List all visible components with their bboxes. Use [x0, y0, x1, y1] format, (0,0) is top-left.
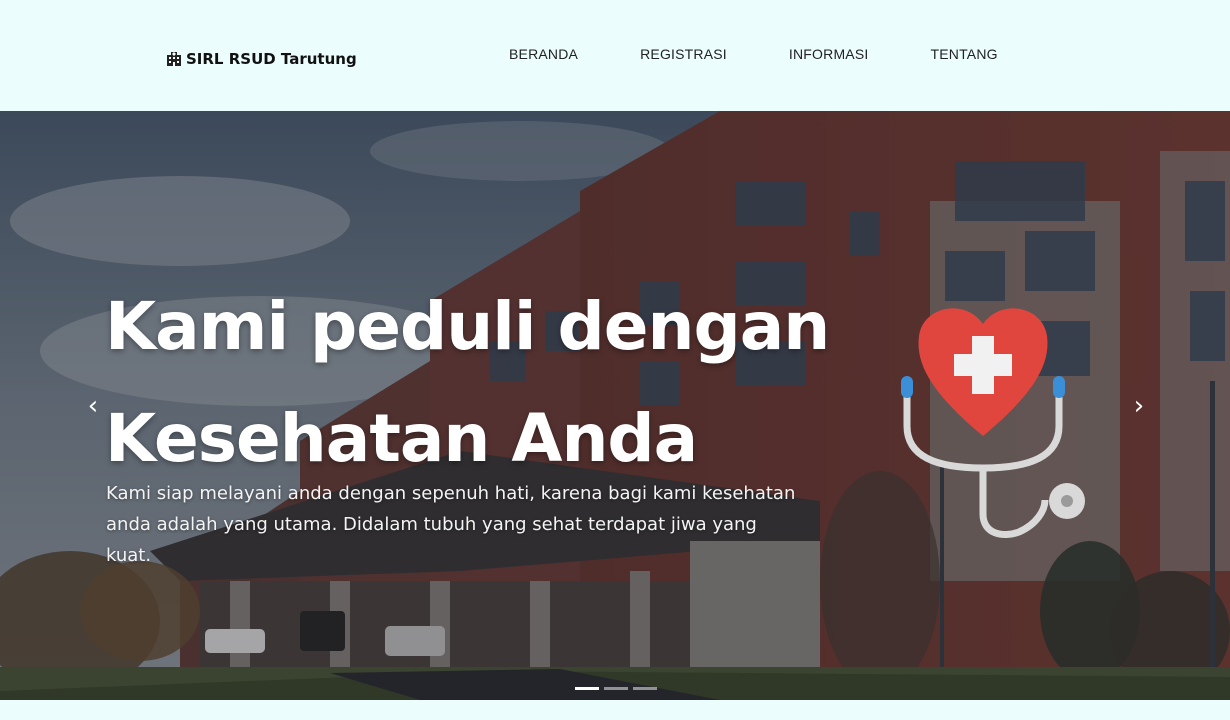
brand[interactable]: SIRL RSUD Tarutung [166, 50, 357, 68]
nav-link-beranda[interactable]: BERANDA [509, 46, 578, 62]
hospital-icon [167, 52, 181, 66]
heart-stethoscope-icon [901, 308, 1085, 539]
brand-name: SIRL RSUD Tarutung [186, 50, 357, 68]
chevron-left-icon: ‹ [87, 391, 99, 421]
carousel-indicator-3[interactable] [633, 687, 657, 690]
hero-headline-line-1: Kami peduli dengan [105, 288, 830, 365]
carousel-indicator-2[interactable] [604, 687, 628, 690]
carousel-prev-button[interactable]: ‹ [78, 391, 108, 421]
nav-link-tentang[interactable]: TENTANG [930, 46, 997, 62]
nav-link-registrasi[interactable]: REGISTRASI [640, 46, 727, 62]
carousel-next-button[interactable]: › [1124, 391, 1154, 421]
carousel-indicators [575, 687, 657, 690]
hero-carousel: Kami peduli dengan Kesehatan Anda Kami s… [0, 111, 1230, 700]
nav-link-informasi[interactable]: INFORMASI [789, 46, 869, 62]
carousel-indicator-1[interactable] [575, 687, 599, 690]
hero-subtext: Kami siap melayani anda dengan sepenuh h… [106, 483, 796, 566]
main-nav: BERANDA REGISTRASI INFORMASI TENTANG [509, 46, 1060, 62]
chevron-right-icon: › [1133, 391, 1145, 421]
hero-headline: Kami peduli dengan Kesehatan Anda [105, 271, 830, 495]
navbar: SIRL RSUD Tarutung BERANDA REGISTRASI IN… [0, 0, 1230, 111]
